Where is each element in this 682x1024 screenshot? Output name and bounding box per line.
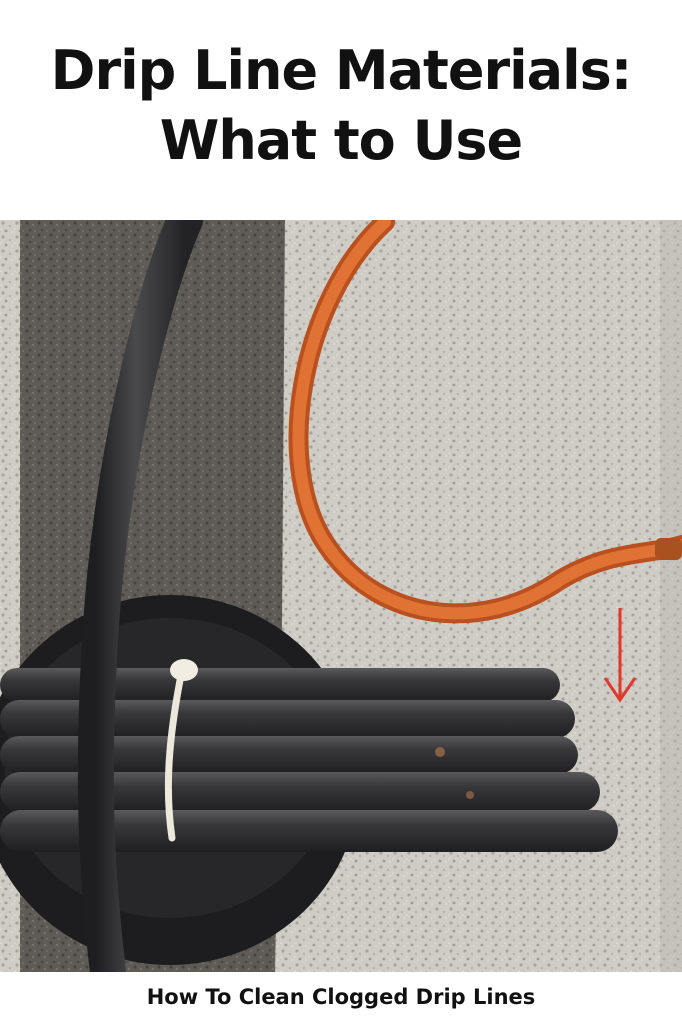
title-line-2: What to Use xyxy=(159,109,523,172)
pin-graphic: Drip Line Materials: What to Use How To … xyxy=(0,0,682,1024)
drip-tubing-photo xyxy=(0,220,682,972)
title-line-1: Drip Line Materials: xyxy=(50,39,633,102)
footer-caption: How To Clean Clogged Drip Lines xyxy=(146,985,536,1009)
page-title: Drip Line Materials: What to Use xyxy=(0,36,682,176)
